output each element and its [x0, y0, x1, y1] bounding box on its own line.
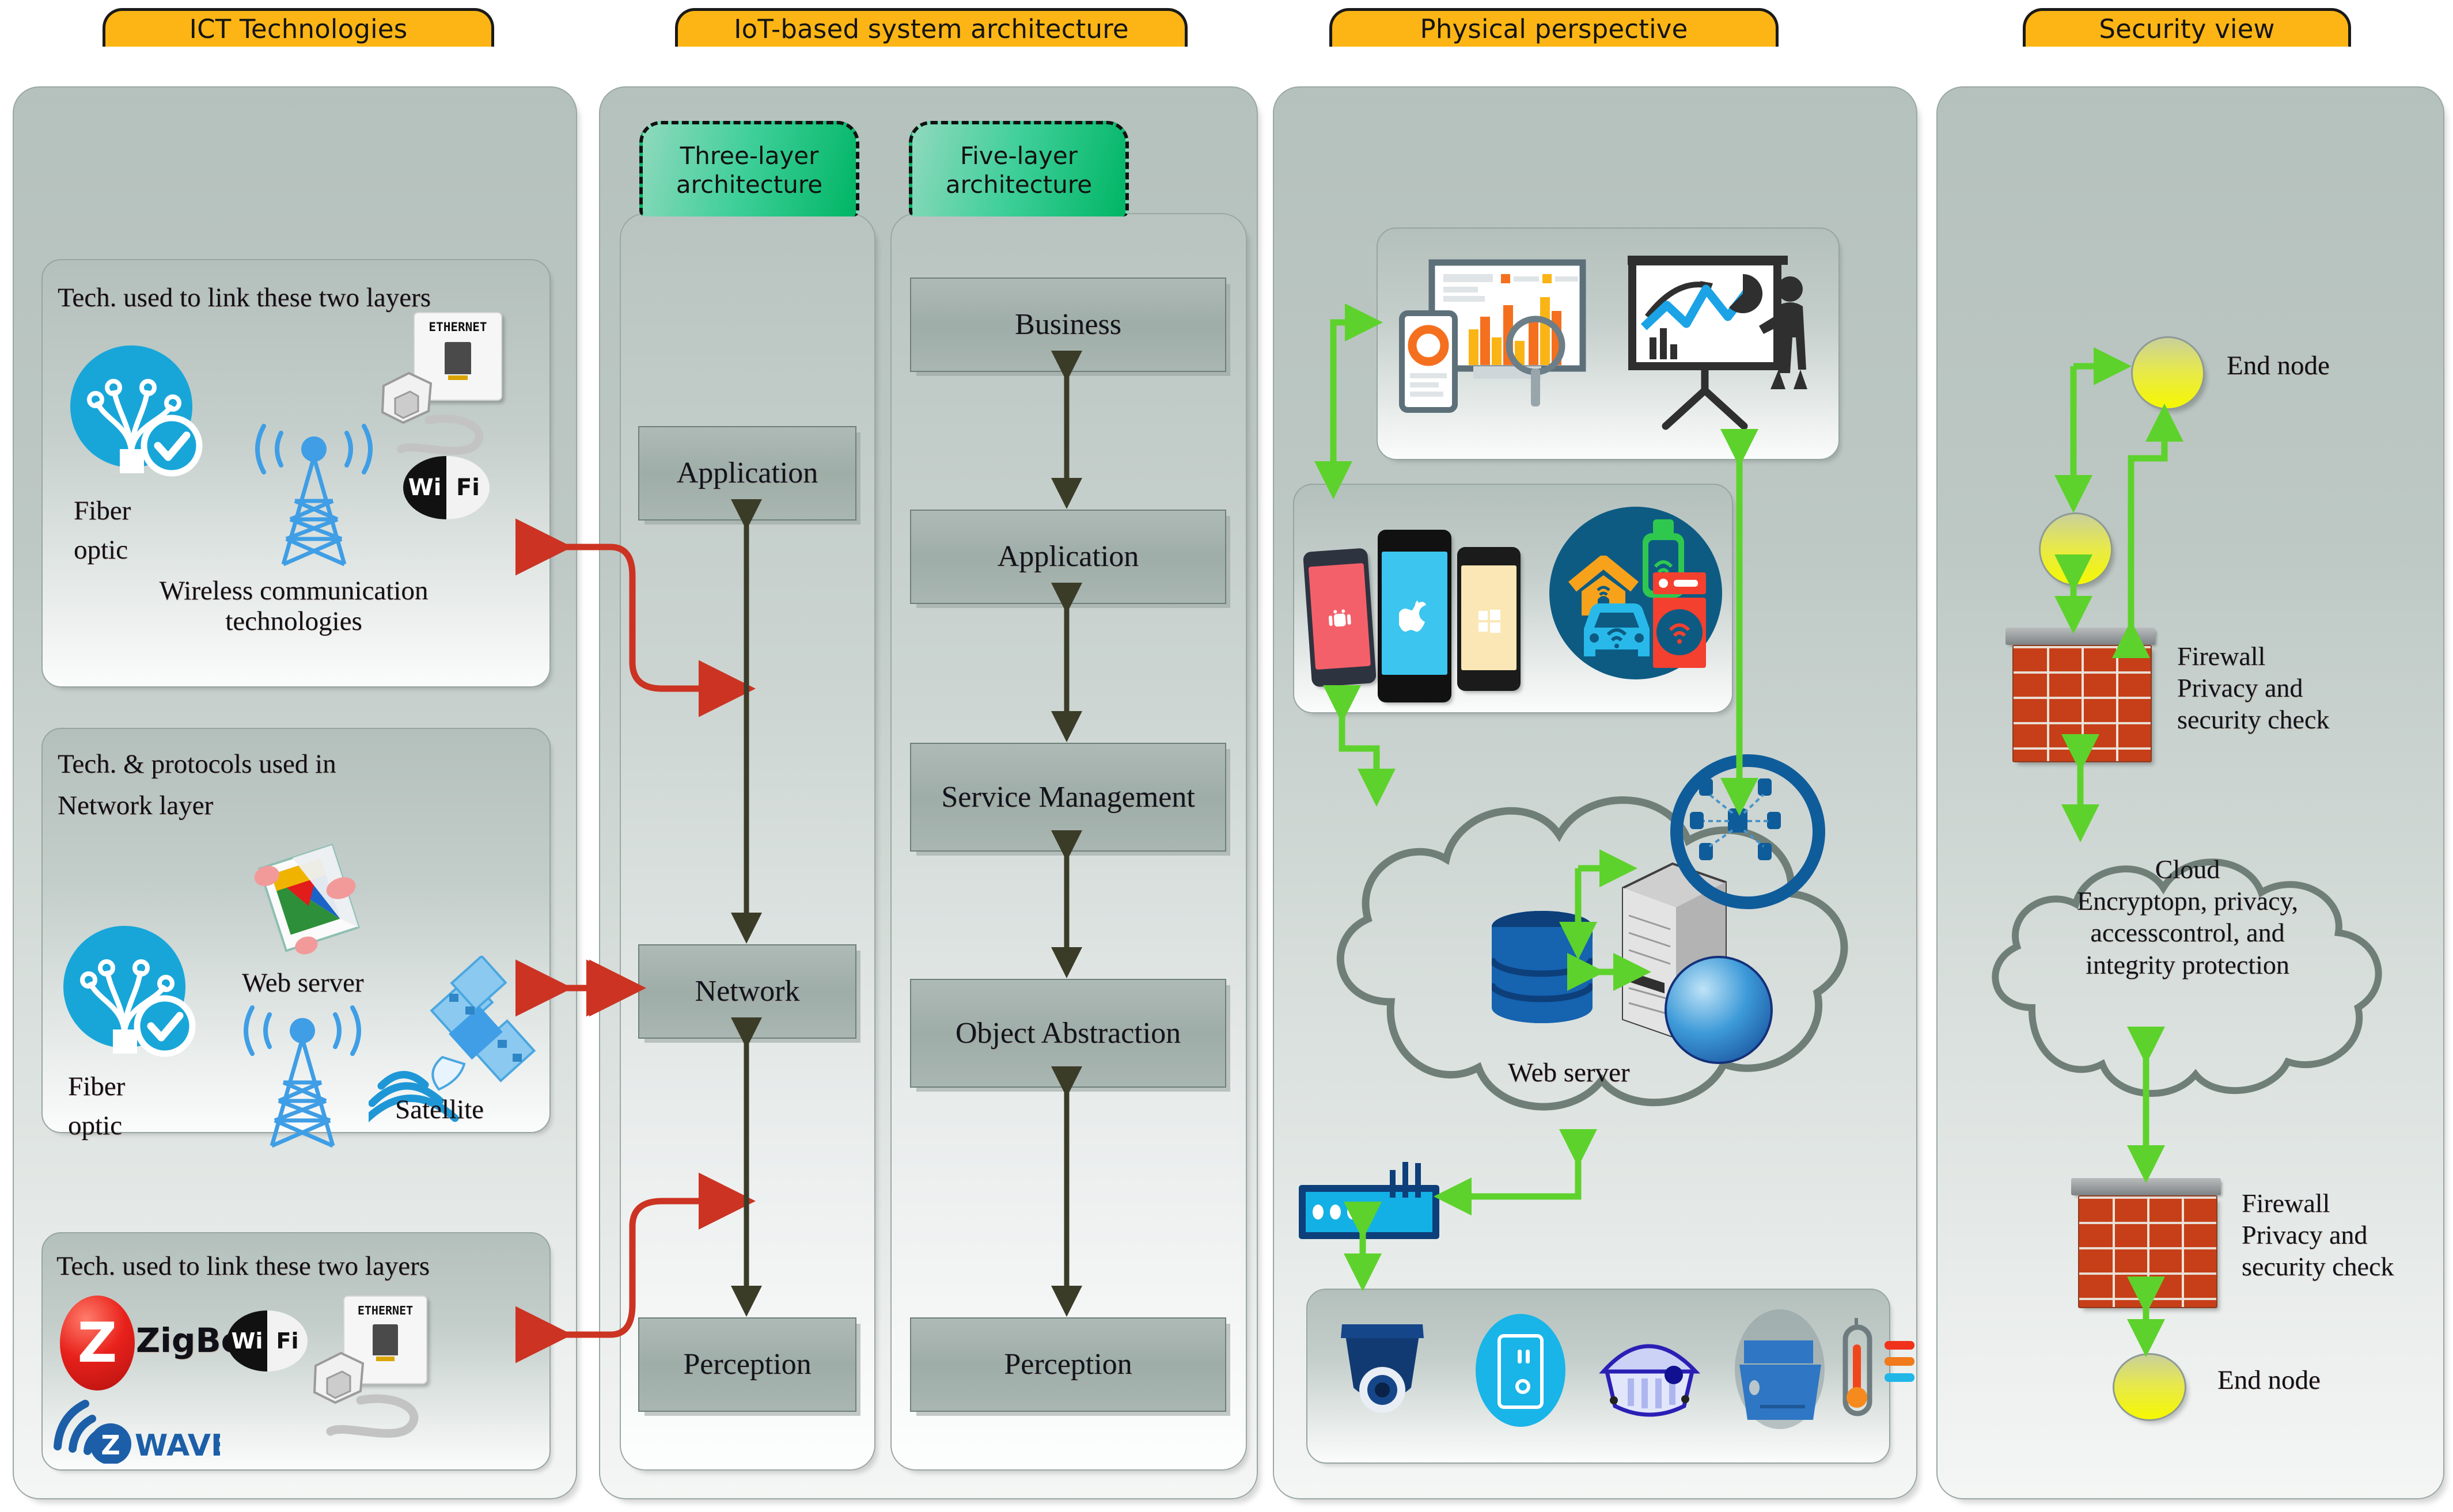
- tab-ict-label: ICT Technologies: [189, 13, 408, 44]
- radio-tower-icon: [219, 979, 386, 1157]
- wifi-logo-icon: Wi Fi: [403, 456, 490, 519]
- firewall-line-3: security check: [2242, 1252, 2394, 1282]
- security-label-firewall-top: Firewall Privacy and security check: [2177, 640, 2425, 736]
- cap-three-layer-architecture: Three-layer architecture: [639, 121, 859, 216]
- tab-security-label: Security view: [2099, 13, 2275, 44]
- tab-security-view[interactable]: Security view: [2023, 8, 2351, 47]
- layer-box-application-5l: Application: [910, 510, 1226, 604]
- cap-five-layer-label: Five-layer architecture: [945, 142, 1093, 199]
- firewall-line-1: Firewall: [2177, 641, 2266, 671]
- end-node-icon: [2131, 336, 2205, 410]
- ethernet-cable-icon: [313, 1351, 419, 1438]
- android-phone-icon: [1302, 548, 1377, 687]
- firewall-brick-icon-cap: [2005, 628, 2155, 645]
- cctv-camera-icon: [1341, 1324, 1424, 1413]
- ict-label-fiber-optic-1b: optic: [74, 535, 128, 565]
- tab-physical-label: Physical perspective: [1420, 13, 1688, 44]
- security-label-end-node-top: End node: [2227, 351, 2330, 381]
- cap-five-layer-architecture: Five-layer architecture: [909, 121, 1129, 216]
- router-icon: [1299, 1162, 1439, 1239]
- end-node-icon: [2039, 512, 2113, 586]
- ict-group1-title: Tech. used to link these two layers: [58, 283, 431, 313]
- layer-box-object-abstraction-5l: Object Abstraction: [910, 979, 1226, 1088]
- layer-box-service-management-5l: Service Management: [910, 743, 1226, 852]
- tab-ict-technologies[interactable]: ICT Technologies: [103, 8, 494, 47]
- layer-box-perception-5l: Perception: [910, 1317, 1226, 1412]
- zigbee-logo-icon: Z: [60, 1296, 135, 1391]
- ict-group3-title: Tech. used to link these two layers: [56, 1251, 430, 1281]
- firewall-line-2: Privacy and: [2242, 1220, 2368, 1250]
- security-label-end-node-bottom: End node: [2217, 1365, 2321, 1395]
- svg-text:Z: Z: [101, 1430, 120, 1461]
- layer-box-network-3l: Network: [638, 944, 856, 1039]
- layer-box-perception-3l: Perception: [638, 1317, 856, 1412]
- cloud-line-3: accesscontrol, and: [2090, 918, 2285, 948]
- tab-physical-perspective[interactable]: Physical perspective: [1329, 8, 1779, 47]
- windows-phone-icon: [1457, 547, 1521, 691]
- tab-iot-label: IoT-based system architecture: [734, 13, 1129, 44]
- firewall-line-2: Privacy and: [2177, 673, 2303, 703]
- end-node-icon: [2113, 1353, 2186, 1421]
- cloud-line-2: Encryptopn, privacy,: [2076, 886, 2299, 916]
- firewall-line-1: Firewall: [2242, 1188, 2330, 1218]
- ict-caption-wireless: Wireless communication technologies: [159, 576, 429, 636]
- database-icon-bands: [1492, 911, 1593, 1023]
- ict-label-fiber-optic-2: Fiber: [68, 1072, 126, 1101]
- firewall-brick-icon: [2012, 645, 2152, 762]
- archcol-three-layer: [620, 213, 875, 1471]
- wifi-logo-icon: Wi Fi: [227, 1310, 308, 1372]
- smoke-detector-icon: [1599, 1344, 1701, 1417]
- connected-car-icon: [1584, 603, 1650, 656]
- thermometer-icon: [1842, 1318, 1914, 1416]
- fiber-optic-icon: [63, 926, 202, 1064]
- presentation-board-icon: [1628, 256, 1807, 430]
- network-nodes-icon: [1690, 778, 1781, 860]
- firewall-brick-icon-cap: [2071, 1178, 2221, 1195]
- security-label-firewall-bottom: Firewall Privacy and security check: [2242, 1187, 2453, 1283]
- ict-group2-title-line2: Network layer: [58, 791, 214, 820]
- ethernet-cable-icon: [381, 371, 484, 455]
- ict-label-fiber-optic-1: Fiber: [74, 496, 131, 526]
- firewall-brick-icon: [2078, 1195, 2217, 1308]
- layer-box-business-5l: Business: [910, 278, 1226, 372]
- diagram-canvas: ICT Technologies Tech. used to link thes…: [0, 0, 2453, 1512]
- physical-label-web-server: Web server: [1508, 1058, 1630, 1088]
- globe-icon: [1665, 956, 1773, 1064]
- ict-label-satellite: Satellite: [395, 1095, 484, 1124]
- zwave-logo-icon: Z WAVE: [54, 1400, 220, 1464]
- light-switch-icon: [1476, 1314, 1565, 1427]
- web-server-icon: [254, 844, 361, 955]
- ict-group2-title-line1: Tech. & protocols used in: [58, 749, 336, 779]
- cloud-line-4: integrity protection: [2086, 949, 2289, 979]
- firewall-line-3: security check: [2177, 705, 2330, 735]
- fiber-optic-icon: [70, 345, 208, 484]
- tab-iot-architecture[interactable]: IoT-based system architecture: [675, 8, 1188, 47]
- sensor-module-icon: [1735, 1309, 1825, 1429]
- security-cloud-text: Cloud Encryptopn, privacy, accesscontrol…: [1986, 853, 2389, 981]
- cap-three-layer-label: Three-layer architecture: [676, 142, 823, 199]
- dashboard-analytics-icon: [1399, 259, 1586, 413]
- layer-box-application-3l: Application: [638, 426, 856, 521]
- apple-phone-icon: [1378, 530, 1451, 702]
- cloud-line-1: Cloud: [2155, 854, 2220, 884]
- ict-label-fiber-optic-2b: optic: [68, 1111, 122, 1141]
- svg-text:WAVE: WAVE: [135, 1429, 220, 1463]
